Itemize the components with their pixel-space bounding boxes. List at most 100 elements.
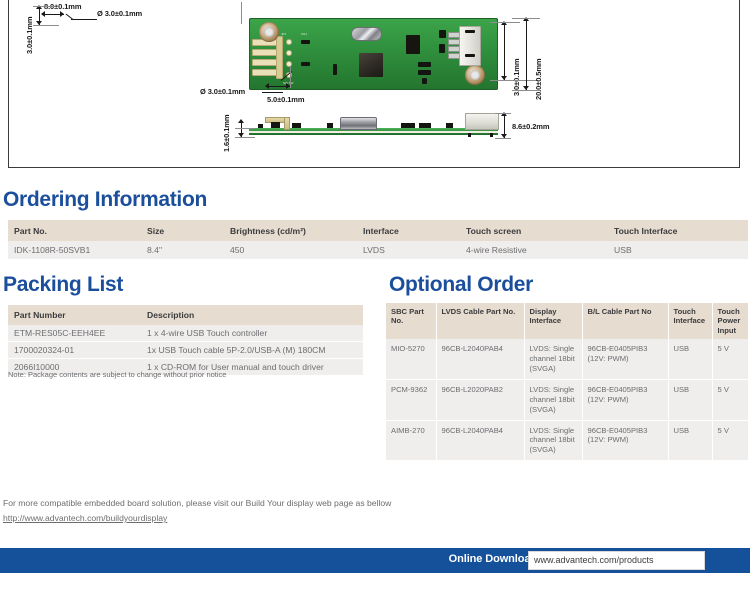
dim-line: [526, 18, 527, 90]
table-header-row: SBC Part No. LVDS Cable Part No. Display…: [386, 303, 748, 340]
cell-lvds-cable-part-no: 96CB-L2020PAB2: [436, 379, 525, 421]
pcb-component: [418, 62, 431, 67]
column-header-touch-screen: Touch screen: [460, 220, 608, 241]
ext-line: [495, 138, 511, 139]
table-row: PCM-9362 96CB-L2020PAB2 LVDS: Single cha…: [386, 379, 748, 421]
cell-sbc-part-no: AIMB-270: [386, 420, 437, 461]
side-tab: [284, 117, 290, 130]
cell-part-no: IDK-1108R-50SVB1: [8, 241, 141, 259]
cell-touch-power-input: 5 V: [712, 420, 748, 461]
ordering-information-table: Part No. Size Brightness (cd/m²) Interfa…: [8, 220, 748, 259]
packing-list-table: Part Number Description ETM-RES05C-EEH4E…: [8, 305, 363, 375]
ext-line: [512, 18, 540, 19]
column-header-display-interface: Display Interface: [524, 303, 583, 340]
cell-touch-interface: USB: [608, 241, 748, 259]
dimension-board-height: 20.0±0.5mm: [534, 58, 543, 100]
packing-list-title: Packing List: [3, 273, 124, 296]
cell-brightness: 450: [224, 241, 357, 259]
online-download-url[interactable]: www.advantech.com/products: [534, 555, 654, 565]
cell-description: 1 x 4-wire USB Touch controller: [141, 325, 363, 342]
arrow: [238, 119, 244, 123]
silkscreen-label: CN1: [301, 32, 308, 36]
ext-line: [235, 137, 255, 138]
ext-line: [235, 128, 255, 129]
table-header-row: Part No. Size Brightness (cd/m²) Interfa…: [8, 220, 748, 241]
ext-line: [33, 6, 55, 7]
pcb-component: [465, 30, 475, 33]
table-header-row: Part Number Description: [8, 305, 363, 325]
pcb-component: [439, 44, 445, 53]
ext-line: [490, 22, 520, 23]
side-component: [271, 122, 280, 128]
dimension-connector-height: 8.6±0.2mm: [512, 122, 550, 131]
cell-description: 1x USB Touch cable 5P-2.0/USB-A (M) 180C…: [141, 341, 363, 359]
column-header-brightness: Brightness (cd/m²): [224, 220, 357, 241]
pcb-secondary-ic: [406, 35, 420, 54]
cell-bl-cable-part-no: 96CB-E0405PIB3 (12V: PWM): [582, 339, 669, 381]
ext-line: [495, 113, 511, 114]
leader-line: [65, 13, 74, 20]
buildyourdisplay-link[interactable]: http://www.advantech.com/buildyourdispla…: [3, 513, 167, 523]
column-header-bl-cable-part-no: B/L Cable Part No: [582, 303, 669, 340]
column-header-part-no: Part No.: [8, 220, 141, 241]
pcb-component: [301, 40, 310, 44]
dimension-board-thickness: 1.6±0.1mm: [222, 114, 231, 152]
cell-display-interface: LVDS: Single channel 18bit (SVGA): [524, 420, 583, 461]
pcb-component: [333, 64, 337, 75]
side-component: [419, 123, 431, 128]
leader-line: [262, 92, 283, 93]
optional-order-title: Optional Order: [389, 273, 533, 296]
table-row: IDK-1108R-50SVB1 8.4" 450 LVDS 4-wire Re…: [8, 241, 748, 259]
arrow: [60, 11, 64, 17]
arrow: [41, 11, 45, 17]
side-component: [401, 123, 415, 128]
ext-line: [290, 66, 291, 88]
ext-line: [490, 80, 538, 81]
ext-line: [512, 90, 540, 91]
dimension-hole-dia-top: Ø 3.0±0.1mm: [97, 9, 143, 18]
mounting-hole-bottom-right: [465, 65, 485, 85]
pcb-main-ic: [359, 53, 383, 77]
column-header-touch-interface: Touch Interface: [668, 303, 713, 340]
pcb-substrate: [249, 131, 498, 133]
cell-touch-power-input: 5 V: [712, 339, 748, 381]
pcb-via: [286, 61, 292, 67]
side-component: [258, 124, 263, 128]
cell-touch-screen: 4-wire Resistive: [460, 241, 608, 259]
cell-sbc-part-no: PCM-9362: [386, 379, 437, 421]
side-component: [446, 123, 453, 128]
dimension-edge-top-left: 3.0±0.1mm: [25, 16, 34, 54]
side-connector: [465, 113, 499, 130]
technical-drawing-panel: JP1 CN1 SW SW 8.0±0.1mm 3.0±0.1mm Ø 3.0±…: [8, 0, 740, 168]
cell-display-interface: LVDS: Single channel 18bit (SVGA): [524, 339, 583, 381]
cell-touch-power-input: 5 V: [712, 379, 748, 421]
column-header-touch-power-input: Touch Power Input: [712, 303, 748, 340]
dimension-hole-dia-bottom: Ø 3.0±0.1mm: [200, 87, 246, 96]
cell-lvds-cable-part-no: 96CB-L2040PAB4: [436, 339, 525, 381]
pcb-pad-rail: [276, 36, 283, 79]
cell-touch-interface: USB: [668, 339, 713, 381]
dim-line: [504, 22, 505, 80]
online-download-label: Online Download: [448, 553, 537, 565]
cell-display-interface: LVDS: Single channel 18bit (SVGA): [524, 379, 583, 421]
arrow: [265, 83, 269, 89]
mounting-hole-top-left: [259, 22, 279, 42]
pcb-component: [301, 62, 310, 66]
pcb-component: [465, 54, 475, 57]
side-pin: [468, 133, 471, 137]
cell-part-number: ETM-RES05C-EEH4EE: [8, 325, 141, 342]
cell-bl-cable-part-no: 96CB-E0405PIB3 (12V: PWM): [582, 379, 669, 421]
pcb-via: [286, 50, 292, 56]
column-header-size: Size: [141, 220, 224, 241]
cell-touch-interface: USB: [668, 379, 713, 421]
cell-sbc-part-no: MIO-5270: [386, 339, 437, 381]
side-component: [292, 123, 301, 128]
pcb-crystal: [351, 27, 382, 41]
table-row: MIO-5270 96CB-L2040PAB4 LVDS: Single cha…: [386, 339, 748, 381]
column-header-sbc-part-no: SBC Part No.: [386, 303, 437, 340]
pcb-component: [418, 70, 431, 75]
column-header-description: Description: [141, 305, 363, 325]
side-component: [327, 123, 333, 128]
leader-line: [71, 19, 97, 20]
drawing-stage: JP1 CN1 SW SW 8.0±0.1mm 3.0±0.1mm Ø 3.0±…: [9, 0, 739, 167]
